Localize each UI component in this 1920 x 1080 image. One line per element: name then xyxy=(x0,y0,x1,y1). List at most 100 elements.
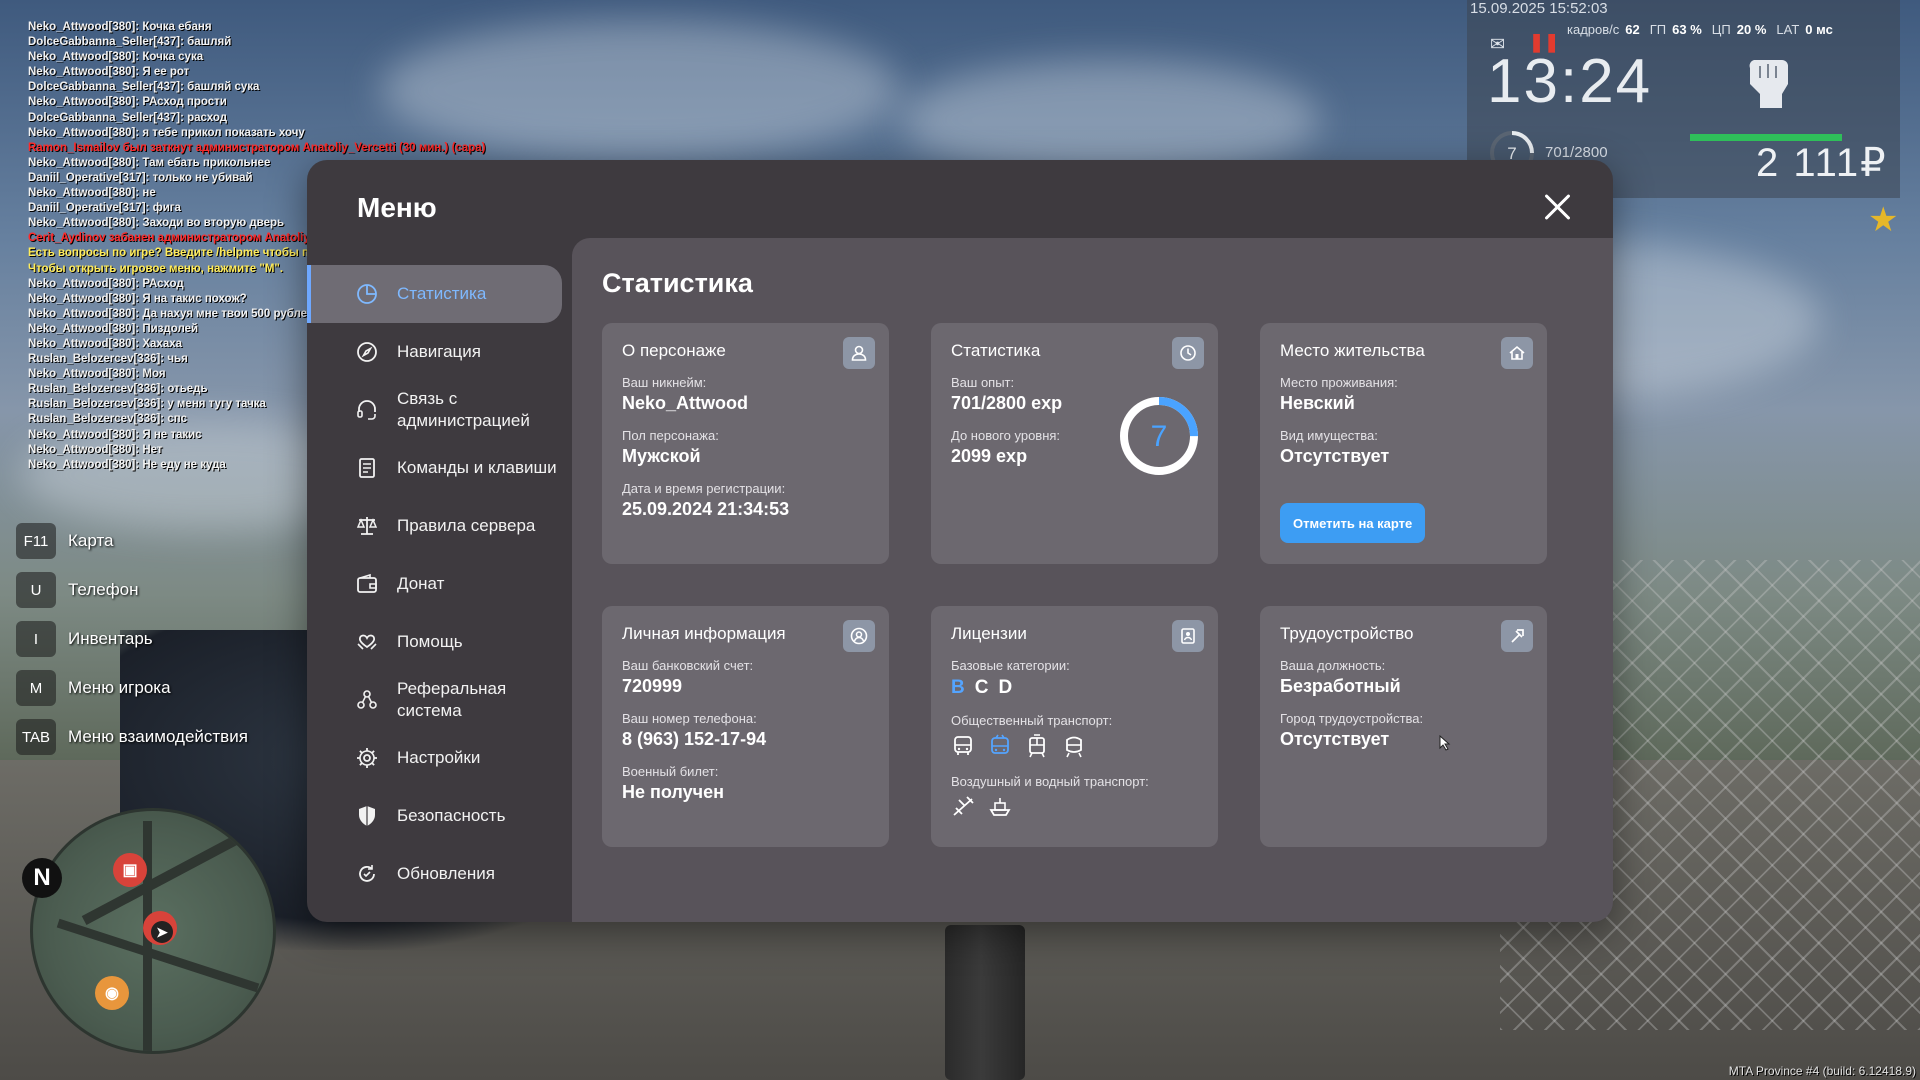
hud-exp: 701/2800 xyxy=(1545,144,1608,161)
shield-icon xyxy=(359,806,375,826)
nav-item[interactable]: Помощь xyxy=(307,613,562,671)
plane-icon xyxy=(953,796,974,816)
trolleybus-icon xyxy=(991,734,1009,754)
phone-value: 8 (963) 152-17-94 xyxy=(622,729,767,749)
field-label: Базовые категории: xyxy=(951,658,1070,673)
hud-stat: кадров/с 62 xyxy=(1567,22,1640,37)
keybind-hints: F11 Карта U Телефон I Инвентарь M Меню игрока TA… xyxy=(16,521,248,766)
heart-hands-icon xyxy=(357,634,377,650)
keybind-key: M xyxy=(16,670,56,706)
hud-clock: 13:24 xyxy=(1487,47,1653,116)
keybind-label: Меню игрока xyxy=(68,678,171,697)
nav-item[interactable]: Настройки xyxy=(307,729,562,787)
hud-stat-label: ГП xyxy=(1649,22,1667,37)
field-label: Город трудоустройства: xyxy=(1280,711,1424,726)
keybind-key: TAB xyxy=(16,719,56,755)
keybind-label: Телефон xyxy=(68,580,139,599)
hud-stat-label: кадров/с xyxy=(1567,22,1620,37)
close-icon[interactable] xyxy=(1541,190,1575,224)
keybind-row: I Инвентарь xyxy=(16,619,248,659)
mark-on-map-button[interactable]: Отметить на карте xyxy=(1280,503,1426,543)
player-arrow-icon: ➤ xyxy=(151,921,173,943)
hud-performance-stats: кадров/с 62 ГП 63 % ЦП 20 % LAT 0 мс xyxy=(1567,22,1843,37)
public-transport-icons xyxy=(951,734,1198,758)
chat-line: DolceGabbanna_Seller[437]: расход xyxy=(28,111,228,124)
chat-line: Neko_Attwood[380]: РАсход прости xyxy=(28,96,227,109)
nav-label: Настройки xyxy=(397,748,481,767)
menu-content: Статистика О персонаже Ваш никнейм: Neko… xyxy=(572,238,1613,922)
nav-label: Команды и клавиши xyxy=(397,458,557,477)
wallet-icon xyxy=(357,573,377,593)
hud-datetime: 15.09.2025 15:52:03 xyxy=(1470,0,1608,17)
nav-item[interactable]: Связь с администрацией xyxy=(307,381,562,439)
hud-stat: ЦП 20 % xyxy=(1712,22,1767,37)
nav-item[interactable]: Донат xyxy=(307,555,562,613)
hammer-icon xyxy=(1501,620,1533,652)
nav-item[interactable]: Безопасность xyxy=(307,787,562,845)
property-value: Отсутствует xyxy=(1280,446,1390,466)
keybind-key: F11 xyxy=(16,523,56,559)
gender-value: Мужской xyxy=(622,446,701,466)
clock-icon xyxy=(1172,337,1204,369)
nav-item[interactable]: Навигация xyxy=(307,323,562,381)
field-label: Пол персонажа: xyxy=(622,428,719,443)
menu-window: Меню Статистика Навигация Связь с админист… xyxy=(307,160,1613,922)
field-label: Вид имущества: xyxy=(1280,428,1378,443)
metro-icon xyxy=(1066,736,1082,758)
card-title: О персонаже xyxy=(622,341,726,360)
job-city-value: Отсутствует xyxy=(1280,729,1390,749)
nav-item[interactable]: Статистика xyxy=(307,265,562,323)
build-info: MTA Province #4 (build: 6.12418.9) xyxy=(1728,1064,1916,1078)
nav-item[interactable]: Реферальная система xyxy=(307,671,562,729)
license-category: B xyxy=(951,677,965,698)
field-label: Военный билет: xyxy=(622,764,719,779)
scales-icon xyxy=(356,517,378,535)
nickname-value: Neko_Attwood xyxy=(622,393,748,413)
nav-item[interactable]: Команды и клавиши xyxy=(307,439,562,497)
keybind-label: Меню взаимодействия xyxy=(68,727,248,746)
nav-item[interactable]: Обновления xyxy=(307,845,562,903)
nav-label: Правила сервера xyxy=(397,516,536,535)
content-title: Статистика xyxy=(602,268,753,298)
license-category: D xyxy=(998,677,1013,698)
nav-label: Реферальная система xyxy=(397,679,507,720)
bus-icon xyxy=(954,736,972,755)
shop-blip-icon: ◉ xyxy=(95,976,129,1010)
mouse-cursor-icon xyxy=(1439,735,1451,751)
fist-icon xyxy=(1749,60,1788,108)
registration-value: 25.09.2024 21:34:53 xyxy=(622,499,790,519)
military-id-value: Не получен xyxy=(622,782,724,802)
card-licenses: Лицензии Базовые категории: BCD Обществе… xyxy=(931,606,1218,847)
keybind-row: TAB Меню взаимодействия xyxy=(16,717,248,757)
nav-label: Навигация xyxy=(397,342,481,361)
minimap-north-icon: N xyxy=(22,858,62,898)
chat-line: Neko_Attwood[380]: я тебе прикол показат… xyxy=(28,126,305,139)
hud-stat-value: 20 % xyxy=(1736,22,1767,37)
chart-pie-icon xyxy=(357,284,377,304)
keybind-label: Карта xyxy=(68,531,114,550)
nav-label: Обновления xyxy=(397,864,495,883)
hud-stat-label: ЦП xyxy=(1711,22,1731,37)
card-title: Трудоустройство xyxy=(1280,624,1414,643)
bank-account-value: 720999 xyxy=(622,676,683,696)
minimap: ▣ + ◉ ➤ xyxy=(30,808,276,1054)
chat-line: DolceGabbanna_Seller[437]: башляй сука xyxy=(28,81,260,94)
card-personal-info: Личная информация Ваш банковский счет: 7… xyxy=(602,606,889,847)
bus-stop-blip-icon: ▣ xyxy=(113,853,147,887)
field-label: Ваш никнейм: xyxy=(622,375,707,390)
chat-line: Neko_Attwood[380]: Кочка ебаня xyxy=(28,21,212,33)
field-label: Ваш номер телефона: xyxy=(622,711,757,726)
chat-line: Neko_Attwood[380]: Кочка сука xyxy=(28,51,204,64)
document-list-icon xyxy=(359,458,375,478)
wanted-star-icon: ★ xyxy=(1868,201,1899,239)
card-residence: Место жительства Место проживания: Невск… xyxy=(1260,323,1547,564)
license-category: C xyxy=(974,677,989,698)
residence-value: Невский xyxy=(1280,393,1355,413)
nav-item[interactable]: Правила сервера xyxy=(307,497,562,555)
field-label: Место проживания: xyxy=(1280,375,1398,390)
card-title: Место жительства xyxy=(1280,341,1425,360)
nav-label: Связь с администрацией xyxy=(397,389,530,430)
user-circle-icon xyxy=(843,620,875,652)
card-title: Статистика xyxy=(951,341,1041,360)
hud-stat-value: 0 мс xyxy=(1805,22,1833,37)
